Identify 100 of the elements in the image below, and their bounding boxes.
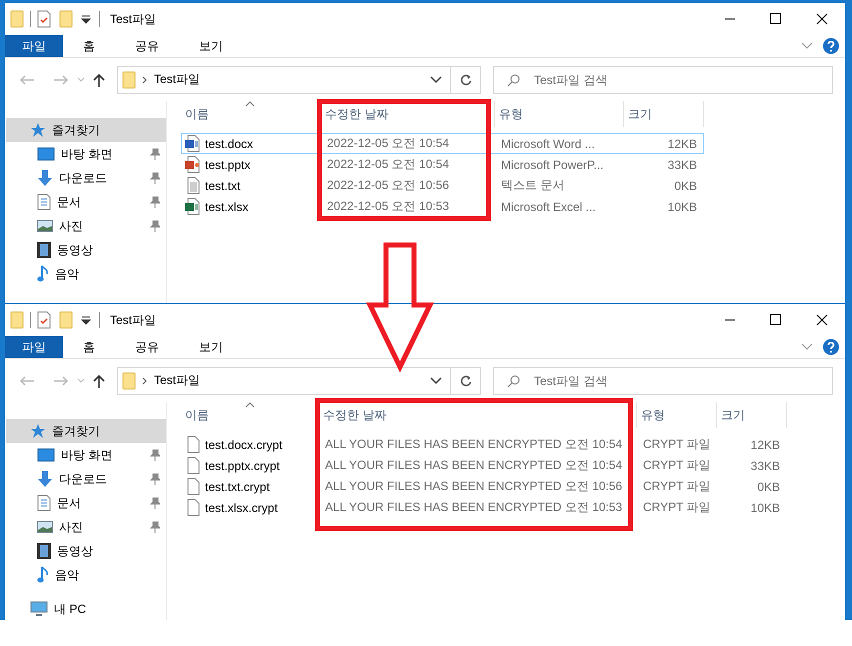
folder-icon: [122, 372, 136, 390]
file-name[interactable]: test.pptx: [205, 158, 250, 172]
blank-file-icon: [185, 457, 201, 474]
nav-item[interactable]: 음악: [6, 563, 166, 587]
nav-item[interactable]: 즐겨찾기: [6, 419, 166, 443]
address-bar[interactable]: Test파일: [117, 366, 451, 394]
column-header[interactable]: 수정한 날짜: [319, 402, 637, 428]
column-header[interactable]: 유형: [495, 101, 624, 127]
pin-icon[interactable]: [150, 220, 160, 232]
pin-icon[interactable]: [150, 148, 160, 160]
file-name[interactable]: test.docx.crypt: [205, 438, 282, 452]
checklist-icon[interactable]: [37, 311, 51, 329]
folder-icon: [10, 311, 24, 329]
pin-icon[interactable]: [150, 196, 160, 208]
file-name[interactable]: test.xlsx: [205, 200, 248, 214]
nav-item[interactable]: 문서: [6, 190, 166, 214]
file-type: 텍스트 문서: [500, 177, 566, 194]
music-note-icon: [37, 566, 49, 584]
dropdown-icon[interactable]: [79, 14, 93, 24]
column-header[interactable]: 유형: [637, 402, 717, 428]
dropdown-icon[interactable]: [79, 315, 93, 325]
search-field[interactable]: Test파일 검색: [493, 66, 833, 94]
file-size: 12KB: [666, 136, 698, 150]
chevron-right-icon: [142, 376, 148, 384]
chevron-down-icon[interactable]: [430, 376, 442, 384]
refresh-icon: [460, 74, 472, 86]
nav-item[interactable]: 동영상: [6, 539, 166, 563]
nav-item[interactable]: 다운로드: [6, 166, 166, 190]
ribbon-tab[interactable]: 공유: [121, 35, 173, 57]
nav-item[interactable]: 즐겨찾기: [6, 118, 166, 142]
ribbon-tab[interactable]: 파일: [5, 336, 63, 358]
ribbon-tab[interactable]: 공유: [121, 336, 173, 358]
pin-icon[interactable]: [150, 521, 160, 533]
blank-file-icon: [185, 478, 201, 495]
nav-item[interactable]: 내 PC: [6, 597, 166, 620]
close-icon: [816, 13, 828, 25]
blank-file-icon: [185, 436, 201, 453]
address-bar[interactable]: Test파일: [117, 66, 451, 94]
film-icon: [37, 242, 51, 258]
blank-file-icon: [185, 499, 201, 516]
star-icon: [30, 122, 46, 138]
pin-icon[interactable]: [150, 473, 160, 485]
file-type: Microsoft Excel ...: [500, 200, 597, 214]
modified-date: 2022-12-05 오전 10:53: [326, 198, 450, 215]
desktop-icon: [37, 147, 55, 161]
ribbon-tab[interactable]: 파일: [5, 35, 63, 57]
back-arrow-icon: [19, 374, 35, 386]
download-arrow-icon: [37, 470, 53, 488]
nav-item[interactable]: 문서: [6, 491, 166, 515]
ribbon-tab[interactable]: 보기: [185, 35, 237, 57]
file-name[interactable]: test.xlsx.crypt: [205, 500, 278, 514]
ribbon-tab[interactable]: 보기: [185, 336, 237, 358]
file-name[interactable]: test.docx: [205, 136, 254, 150]
window-title: Test파일: [110, 312, 156, 328]
refresh-icon: [460, 374, 472, 386]
file-size: 0KB: [673, 178, 698, 192]
file-name[interactable]: test.pptx.crypt: [205, 458, 280, 472]
column-header[interactable]: 수정한 날짜: [321, 101, 495, 127]
chevron-down-icon[interactable]: [430, 76, 442, 84]
file-size: 0KB: [756, 480, 781, 494]
nav-item[interactable]: 바탕 화면: [6, 142, 166, 166]
nav-item[interactable]: 다운로드: [6, 467, 166, 491]
modified-date: ALL YOUR FILES HAS BEEN ENCRYPTED 오전 10:54: [324, 457, 624, 474]
nav-item[interactable]: 바탕 화면: [6, 443, 166, 467]
search-field[interactable]: Test파일 검색: [493, 366, 833, 394]
ribbon-tab[interactable]: 홈: [69, 336, 109, 358]
picture-icon: [37, 520, 53, 534]
folder-icon: [10, 10, 24, 28]
column-header[interactable]: 크기: [624, 101, 704, 127]
chevron-down-icon: [77, 76, 85, 82]
file-name[interactable]: test.txt.crypt: [205, 480, 270, 494]
file-type: CRYPT 파일: [642, 478, 712, 495]
sort-caret-icon: [245, 101, 255, 107]
nav-item[interactable]: 음악: [6, 262, 166, 286]
document-icon: [37, 194, 51, 210]
document-icon: [37, 495, 51, 511]
refresh-button[interactable]: [451, 366, 481, 394]
refresh-button[interactable]: [451, 66, 481, 94]
maximize-icon: [770, 13, 782, 25]
chevron-down-icon: [77, 378, 85, 384]
modified-date: ALL YOUR FILES HAS BEEN ENCRYPTED 오전 10:54: [324, 436, 624, 453]
column-header[interactable]: 이름: [181, 402, 319, 428]
star-icon: [30, 423, 46, 439]
pin-icon[interactable]: [150, 497, 160, 509]
ribbon-tab[interactable]: 홈: [69, 35, 109, 57]
help-icon[interactable]: [823, 339, 839, 355]
pin-icon[interactable]: [150, 449, 160, 461]
pin-icon[interactable]: [150, 172, 160, 184]
music-note-icon: [37, 265, 49, 283]
column-header[interactable]: 이름: [181, 101, 321, 127]
nav-item[interactable]: 동영상: [6, 238, 166, 262]
help-icon[interactable]: [823, 38, 839, 54]
checklist-icon[interactable]: [37, 10, 51, 28]
nav-item[interactable]: 사진: [6, 515, 166, 539]
column-header[interactable]: 크기: [717, 402, 787, 428]
spreadsheet-file-icon: [185, 198, 201, 215]
file-name[interactable]: test.txt: [205, 178, 240, 192]
modified-date: 2022-12-05 오전 10:56: [326, 177, 450, 194]
picture-icon: [37, 219, 53, 233]
nav-item[interactable]: 사진: [6, 214, 166, 238]
